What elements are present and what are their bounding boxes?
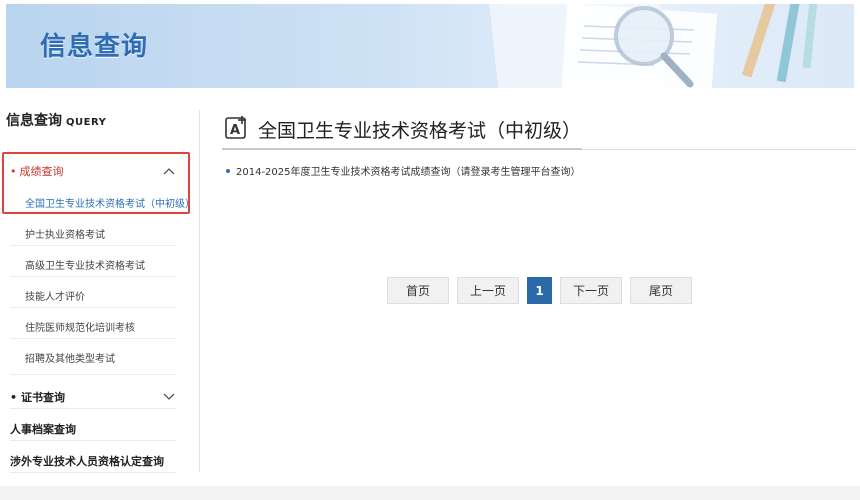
sidebar-item-nurse-exam[interactable]: 护士执业资格考试 xyxy=(25,226,105,241)
divider xyxy=(10,338,176,339)
svg-text:A: A xyxy=(230,123,240,138)
sidebar-group-label: 人事档案查询 xyxy=(10,423,76,436)
font-size-icon: A xyxy=(225,116,246,139)
sidebar-title: 信息查询 QUERY xyxy=(6,110,182,140)
divider xyxy=(10,408,176,409)
sidebar-item-recruitment-exam[interactable]: 招聘及其他类型考试 xyxy=(25,350,115,365)
sidebar-group-label: 涉外专业技术人员资格认定查询 xyxy=(10,455,164,468)
chevron-down-icon[interactable] xyxy=(162,390,176,404)
sidebar-group-certificate-query[interactable]: • 证书查询 xyxy=(10,386,176,408)
page-1-button[interactable]: 1 xyxy=(527,277,552,304)
sidebar-title-text: 信息查询 xyxy=(6,113,62,129)
sidebar-item-skill-evaluation[interactable]: 技能人才评价 xyxy=(25,288,85,303)
bullet-icon: • xyxy=(10,165,17,178)
sidebar-item-resident-training[interactable]: 住院医师规范化培训考核 xyxy=(25,319,135,334)
sidebar-item-personnel-archive[interactable]: 人事档案查询 xyxy=(10,418,176,440)
chevron-up-icon[interactable] xyxy=(162,164,176,178)
bullet-icon: • xyxy=(10,391,18,404)
sidebar-group-label: 证书查询 xyxy=(21,391,66,404)
sidebar-group-label: 成绩查询 xyxy=(19,165,64,178)
divider xyxy=(10,245,176,246)
prev-page-button[interactable]: 上一页 xyxy=(457,277,519,304)
header-banner: 信息查询 xyxy=(6,4,854,88)
sidebar-item-foreign-qualification[interactable]: 涉外专业技术人员资格认定查询 xyxy=(10,450,176,472)
footer-band xyxy=(0,486,860,500)
banner-title: 信息查询 xyxy=(40,32,149,62)
divider xyxy=(10,472,176,473)
next-page-button[interactable]: 下一页 xyxy=(560,277,622,304)
last-page-button[interactable]: 尾页 xyxy=(630,277,692,304)
sidebar-title-en: QUERY xyxy=(66,117,107,128)
list-item[interactable]: 2014-2025年度卫生专业技术资格考试成绩查询（请登录考生管理平台查询） xyxy=(226,163,581,178)
sidebar-divider xyxy=(199,110,200,472)
divider xyxy=(10,307,176,308)
list-item-link[interactable]: 2014-2025年度卫生专业技术资格考试成绩查询（请登录考生管理平台查询） xyxy=(236,163,581,178)
title-accent-line xyxy=(222,148,582,150)
page-title: 全国卫生专业技术资格考试（中初级） xyxy=(258,120,582,142)
sidebar-item-senior-health-exam[interactable]: 高级卫生专业技术资格考试 xyxy=(25,257,145,272)
sidebar-group-score-query[interactable]: • 成绩查询 xyxy=(10,160,176,182)
sidebar: 信息查询 QUERY xyxy=(6,110,182,140)
divider xyxy=(10,440,176,441)
sidebar-item-national-health-exam[interactable]: 全国卫生专业技术资格考试（中初级） xyxy=(25,195,195,210)
pagination: 首页 上一页 1 下一页 尾页 xyxy=(387,277,692,304)
divider xyxy=(10,276,176,277)
divider xyxy=(10,374,176,375)
bullet-icon xyxy=(226,168,230,173)
banner-illustration xyxy=(489,4,818,88)
first-page-button[interactable]: 首页 xyxy=(387,277,449,304)
